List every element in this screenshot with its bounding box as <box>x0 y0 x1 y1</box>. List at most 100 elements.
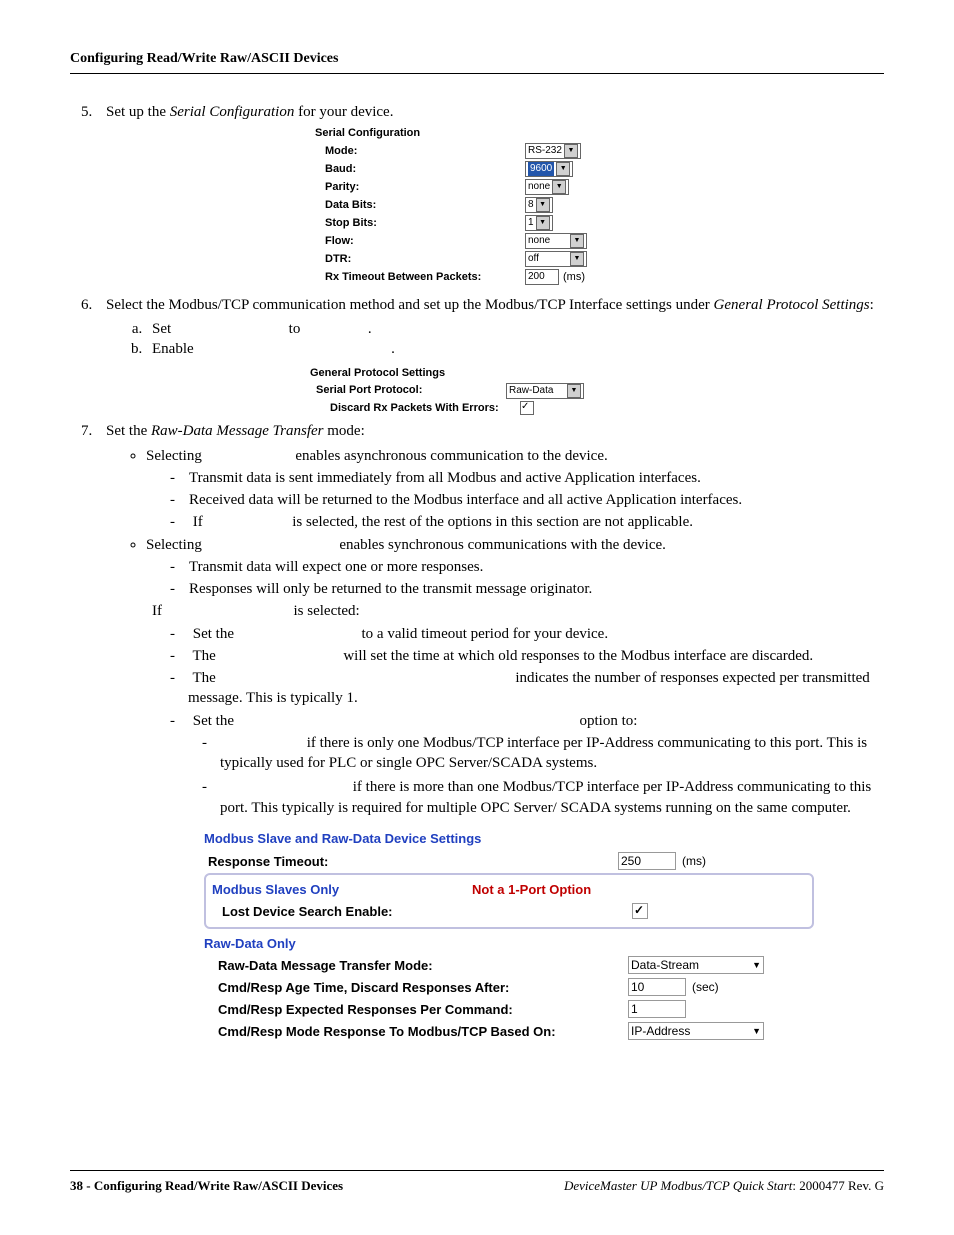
serial-config-panel: Serial Configuration Mode: RS-232▼ Baud:… <box>315 126 675 285</box>
chevron-down-icon: ▼ <box>556 162 570 176</box>
chevron-down-icon: ▼ <box>564 144 578 158</box>
footer-right: DeviceMaster UP Modbus/TCP Quick Start: … <box>564 1177 884 1195</box>
mb-basedon-select[interactable]: IP-Address ▼ <box>628 1022 764 1040</box>
d-age: The will set the time at which old respo… <box>170 646 884 666</box>
mb-rdm-label: Raw-Data Message Transfer Mode: <box>204 957 628 975</box>
serial-config-title: Serial Configuration <box>315 126 675 141</box>
step7-b: Raw-Data Message Transfer <box>151 423 324 439</box>
stopbits-label: Stop Bits: <box>315 216 525 231</box>
dtr-select[interactable]: off ▼ <box>525 251 587 267</box>
baud-select[interactable]: 9600▼ <box>525 161 573 177</box>
step6a-mid: to <box>289 321 301 337</box>
sd1: if there is only one Modbus/TCP interfac… <box>202 733 884 774</box>
step6b-pre: Enable <box>152 341 194 357</box>
sd1-text: if there is only one Modbus/TCP interfac… <box>220 735 867 771</box>
stopbits-select[interactable]: 1▼ <box>525 215 553 231</box>
d-exp: The indicates the number of responses ex… <box>170 668 884 709</box>
b1b: enables asynchronous communication to th… <box>295 448 607 464</box>
databits-label: Data Bits: <box>315 198 525 213</box>
mode-select[interactable]: RS-232▼ <box>525 143 581 159</box>
mode-value: RS-232 <box>528 144 562 158</box>
step6a-pre: Set <box>152 321 171 337</box>
baud-value: 9600 <box>528 162 554 176</box>
mb-rdm-select[interactable]: Data-Stream▼ <box>628 956 764 974</box>
mb-age-input[interactable]: 10 <box>628 978 686 996</box>
mb-rawonly: Raw-Data Only <box>204 935 296 953</box>
modbus-settings-panel: Modbus Slave and Raw-Data Device Setting… <box>204 830 814 1042</box>
chevron-down-icon: ▼ <box>570 252 584 266</box>
mb-lost-label: Lost Device Search Enable: <box>208 903 632 921</box>
page-footer: 38 - Configuring Read/Write Raw/ASCII De… <box>70 1170 884 1195</box>
chevron-down-icon: ▼ <box>752 959 761 971</box>
b1-d3-b: is selected, the rest of the options in … <box>292 514 693 530</box>
mode-label: Mode: <box>315 144 525 159</box>
sd2: if there is more than one Modbus/TCP int… <box>202 777 884 818</box>
discard-label: Discard Rx Packets With Errors: <box>310 401 520 416</box>
databits-value: 8 <box>528 198 534 212</box>
mb-lost-checkbox[interactable] <box>632 903 648 919</box>
step6-b: General Protocol Settings <box>714 297 870 313</box>
d-set: Set the to a valid timeout period for yo… <box>170 624 884 644</box>
spp-select[interactable]: Raw-Data▼ <box>506 383 584 399</box>
mb-resp-label: Response Timeout: <box>204 853 618 871</box>
discard-checkbox[interactable] <box>520 401 534 415</box>
d-exp-a: The <box>192 670 215 686</box>
step5-text-b: Serial Configuration <box>170 104 295 120</box>
mb-resp-input[interactable]: 250 <box>618 852 676 870</box>
step5-text-a: Set up the <box>106 104 170 120</box>
mb-basedon-value: IP-Address <box>631 1023 690 1039</box>
flow-label: Flow: <box>315 234 525 249</box>
step-5: Set up the Serial Configuration for your… <box>96 102 884 285</box>
sd2-text: if there is more than one Modbus/TCP int… <box>220 779 871 815</box>
mb-slaves-group: Modbus Slaves Only Not a 1-Port Option L… <box>204 873 814 929</box>
chevron-down-icon: ▼ <box>552 180 566 194</box>
b1-d1: Transmit data is sent immediately from a… <box>170 468 884 488</box>
mb-exp-input[interactable]: 1 <box>628 1000 686 1018</box>
chevron-down-icon: ▼ <box>752 1025 761 1037</box>
spp-label: Serial Port Protocol: <box>310 383 506 398</box>
step6-item-a: Set to . <box>146 319 884 339</box>
step6a-end: . <box>368 321 372 337</box>
b2-d2: Responses will only be returned to the t… <box>170 579 884 599</box>
step6-item-b: Enable . <box>146 339 884 359</box>
parity-label: Parity: <box>315 180 525 195</box>
step-6: Select the Modbus/TCP communication meth… <box>96 295 884 415</box>
flow-select[interactable]: none▼ <box>525 233 587 249</box>
step-7: Set the Raw-Data Message Transfer mode: … <box>96 421 884 1041</box>
d-age-b: will set the time at which old responses… <box>343 648 813 664</box>
b1-d2: Received data will be returned to the Mo… <box>170 490 884 510</box>
step6-a: Select the Modbus/TCP communication meth… <box>106 297 714 313</box>
mb-resp-unit: (ms) <box>682 853 706 869</box>
rxto-label: Rx Timeout Between Packets: <box>315 270 525 285</box>
step7-c: mode: <box>324 423 365 439</box>
footer-right-b: : 2000477 Rev. G <box>792 1178 884 1193</box>
baud-label: Baud: <box>315 162 525 177</box>
bullet-cmdresp: Selecting enables synchronous communicat… <box>146 535 884 818</box>
mb-not1port: Not a 1-Port Option <box>472 881 591 899</box>
databits-select[interactable]: 8▼ <box>525 197 553 213</box>
d-mode-a: Set the <box>193 713 234 729</box>
d-exp-b: indicates the number of responses expect… <box>188 670 870 706</box>
chevron-down-icon: ▼ <box>570 234 584 248</box>
rxto-input[interactable]: 200 <box>525 269 559 285</box>
mb-age-unit: (sec) <box>692 979 719 995</box>
gps-title: General Protocol Settings <box>310 366 680 381</box>
b1-d3: If is selected, the rest of the options … <box>170 512 884 532</box>
d-set-b: to a valid timeout period for your devic… <box>362 626 609 642</box>
spp-value: Raw-Data <box>509 384 553 398</box>
mb-exp-label: Cmd/Resp Expected Responses Per Command: <box>204 1001 628 1019</box>
page-header: Configuring Read/Write Raw/ASCII Devices <box>70 50 884 74</box>
step7-a: Set the <box>106 423 151 439</box>
mb-basedon-label: Cmd/Resp Mode Response To Modbus/TCP Bas… <box>204 1023 628 1041</box>
b1-d3-a: If <box>193 514 203 530</box>
chevron-down-icon: ▼ <box>536 216 550 230</box>
dtr-label: DTR: <box>315 252 525 267</box>
b2a: Selecting <box>146 537 202 553</box>
if-line: If is selected: <box>146 601 884 621</box>
dtr-value: off <box>528 252 539 266</box>
d-mode: Set the option to: <box>170 711 884 731</box>
parity-select[interactable]: none▼ <box>525 179 569 195</box>
rxto-unit: (ms) <box>563 270 585 285</box>
if-b: is selected: <box>294 603 360 619</box>
stopbits-value: 1 <box>528 216 534 230</box>
